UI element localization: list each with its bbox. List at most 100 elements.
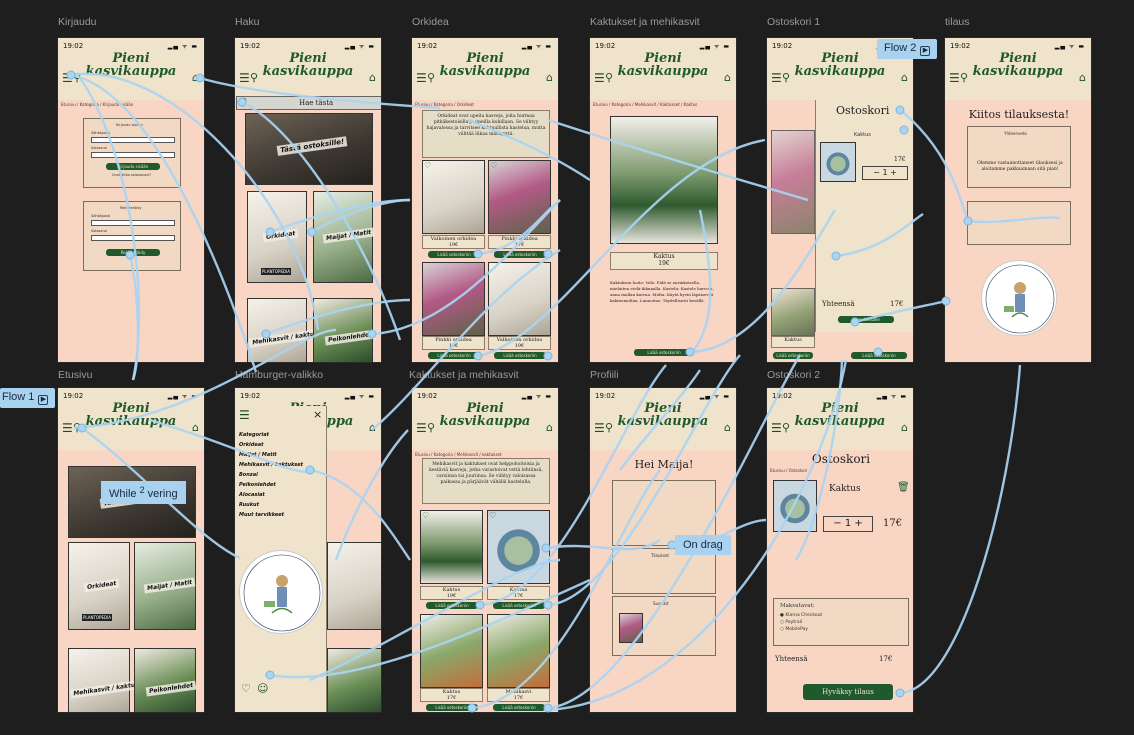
add-to-cart-button[interactable]: Lisää ostoskoriin: [773, 352, 813, 359]
shopping-bag-icon[interactable]: ⌂: [192, 421, 199, 434]
menu-icon[interactable]: ☰: [239, 408, 250, 422]
shopping-bag-icon[interactable]: ⌂: [546, 71, 553, 84]
menu-icon[interactable]: ☰: [62, 71, 73, 85]
product-image-1[interactable]: [420, 510, 483, 584]
breadcrumb[interactable]: Etusivu / Ostoskori: [770, 468, 807, 473]
search-input[interactable]: Hae tästä: [299, 99, 333, 107]
product-image-3[interactable]: [422, 262, 485, 336]
add-to-cart-button[interactable]: Lisää ostoskoriin: [634, 349, 694, 356]
heart-icon[interactable]: ♡: [424, 161, 431, 170]
play-icon[interactable]: ▶: [920, 46, 931, 56]
frame-ostoskori-1[interactable]: 19:02 ▂▄ ᯤ ▬ Pienikasvikauppa ☰ ⚲ ⌂ Osto…: [766, 37, 914, 363]
while-hovering-trigger[interactable]: While 2 vering: [101, 481, 186, 504]
add-to-cart-button[interactable]: Lisää ostoskoriin: [428, 251, 480, 258]
forgot-password-link[interactable]: Unohditko salasanasi?: [112, 173, 151, 177]
menu-icon[interactable]: ☰: [62, 421, 73, 435]
search-icon[interactable]: ⚲: [605, 71, 613, 84]
menu-icon[interactable]: ☰: [416, 421, 427, 435]
search-icon[interactable]: ⚲: [73, 71, 81, 84]
register-button[interactable]: Rekisteröidy: [106, 249, 160, 256]
frame-tilaus[interactable]: 19:02 ▂▄ ᯤ ▬ Pieni kasvikauppa ☰ ⚲ ⌂ Kiit…: [944, 37, 1092, 363]
breadcrumb[interactable]: Etusivu / Kategoria / Orkideat: [415, 102, 474, 107]
menu-item-kategoriat[interactable]: Kategoriat: [239, 430, 303, 440]
menu-item-maijat[interactable]: Maijat / Matit: [239, 450, 303, 460]
checkout-button[interactable]: Siirry kassalle: [838, 316, 894, 323]
menu-icon[interactable]: ☰: [771, 421, 782, 435]
frame-ostoskori-2[interactable]: 19:02 ▂▄ ᯤ ▬ Pieni kasvikauppa ☰ ⚲ ⌂ Osto…: [766, 387, 914, 713]
shopping-bag-icon[interactable]: ⌂: [1079, 71, 1086, 84]
product-image-3[interactable]: [420, 614, 483, 688]
flow-1-tag[interactable]: Flow 1 ▶: [0, 388, 56, 408]
email-field[interactable]: [91, 137, 175, 143]
breadcrumb[interactable]: Etusivu / Kategoria / Mehikasvit / kaktu…: [415, 452, 502, 457]
add-to-cart-button[interactable]: Lisää ostoskoriin: [426, 704, 478, 711]
quantity-stepper[interactable]: − 1 +: [862, 166, 908, 180]
play-icon[interactable]: ▶: [38, 395, 49, 405]
frame-label-haku[interactable]: Haku: [235, 16, 260, 28]
frame-etusivu[interactable]: 19:02 ▂▄ ᯤ ▬ Pienikasvikauppa ☰ ⚲ ⌂ Täst…: [57, 387, 205, 713]
frame-kirjaudu[interactable]: 19:02 ▂▄ ᯤ ▬ Pieni kasvikauppa ☰ ⚲ ⌂ Etus…: [57, 37, 205, 363]
menu-icon[interactable]: ☰: [949, 71, 960, 85]
product-image-2[interactable]: [487, 510, 550, 584]
frame-label-tilaus[interactable]: tilaus: [945, 16, 970, 28]
category-mehikasvit[interactable]: [247, 298, 307, 362]
add-to-cart-button[interactable]: Lisää ostoskoriin: [428, 352, 480, 359]
cart-drawer[interactable]: Ostoskori Kaktus 17€ − 1 + Yhteensä 17€ …: [815, 100, 913, 332]
frame-label-etusivu[interactable]: Etusivu: [58, 369, 92, 381]
shopping-bag-icon[interactable]: ⌂: [901, 71, 908, 84]
search-icon[interactable]: ⚲: [250, 71, 258, 84]
breadcrumb[interactable]: Etusivu / Kategoria / Mehikasvit / Kaktu…: [593, 102, 697, 107]
heart-icon[interactable]: ♡: [422, 511, 429, 520]
menu-icon[interactable]: ☰: [239, 71, 250, 85]
frame-label-kaktukset-2[interactable]: Kaktukset ja mehikasvit: [409, 369, 519, 381]
search-icon[interactable]: ⚲: [73, 421, 81, 434]
menu-icon[interactable]: ☰: [771, 71, 782, 85]
heart-icon[interactable]: ♡: [241, 682, 251, 695]
menu-icon[interactable]: ☰: [594, 71, 605, 85]
search-icon[interactable]: ⚲: [427, 71, 435, 84]
accept-order-button[interactable]: Hyväksy tilaus: [803, 684, 893, 700]
reg-password-field[interactable]: [91, 235, 175, 241]
add-to-cart-button[interactable]: Lisää ostoskoriin: [493, 602, 545, 609]
menu-item-ruukut[interactable]: Ruukut: [239, 500, 303, 510]
category-mehikasvit[interactable]: [68, 648, 130, 712]
category-peikonlehdet[interactable]: [134, 648, 196, 712]
menu-item-peikonlehdet[interactable]: Peikonlehdet: [239, 480, 303, 490]
frame-orkidea[interactable]: 19:02 ▂▄ ᯤ ▬ Pieni kasvikauppa ☰ ⚲ ⌂ Etus…: [411, 37, 559, 363]
shopping-bag-icon[interactable]: ⌂: [724, 71, 731, 84]
shopping-bag-icon[interactable]: ⌂: [724, 421, 731, 434]
shopping-bag-icon[interactable]: ⌂: [369, 421, 376, 434]
search-bar[interactable]: ⚲ Hae tästä: [236, 96, 381, 110]
payment-methods[interactable]: Maksutavat: ● Klarna Checkout ○ Paytrail…: [773, 598, 909, 646]
trash-icon[interactable]: 🗑: [897, 482, 910, 493]
menu-item-alocasiat[interactable]: Alocasiat: [239, 490, 303, 500]
add-to-cart-button[interactable]: Lisää ostoskoriin: [494, 251, 546, 258]
frame-label-kaktukset-1[interactable]: Kaktukset ja mehikasvit: [590, 16, 700, 28]
add-to-cart-button[interactable]: Lisää ostoskoriin: [426, 602, 478, 609]
shopping-bag-icon[interactable]: ⌂: [369, 71, 376, 84]
reg-email-field[interactable]: [91, 220, 175, 226]
menu-item-orkideat[interactable]: Orkideat: [239, 440, 303, 450]
flow-2-tag[interactable]: Flow 2 ▶: [877, 39, 938, 59]
payment-option[interactable]: ● Klarna Checkout: [780, 613, 822, 618]
heart-icon[interactable]: ♡: [489, 511, 496, 520]
shopping-bag-icon[interactable]: ⌂: [901, 421, 908, 434]
shopping-bag-icon[interactable]: ⌂: [546, 421, 553, 434]
search-icon[interactable]: ⚲: [960, 71, 968, 84]
shopping-bag-icon[interactable]: ⌂: [192, 71, 199, 84]
prototype-canvas[interactable]: Kirjaudu 19:02 ▂▄ ᯤ ▬ Pieni kasvikauppa ☰…: [0, 0, 1134, 735]
close-icon[interactable]: ×: [313, 408, 322, 421]
menu-item-bonzai[interactable]: Bonzai: [239, 470, 303, 480]
search-icon[interactable]: ⚲: [782, 71, 790, 84]
hamburger-menu-panel[interactable]: ☰ Kategoriat Orkideat Maijat / Matit Meh…: [235, 406, 327, 712]
add-to-cart-button[interactable]: Lisää ostoskoriin: [851, 352, 907, 359]
breadcrumb[interactable]: Etusivu / Kategoria / Kirjaudu sisään: [61, 102, 133, 107]
favorites-card[interactable]: Suosikit: [612, 596, 716, 656]
user-icon[interactable]: ☺: [257, 682, 268, 695]
search-icon[interactable]: ⚲: [605, 421, 613, 434]
favorite-image[interactable]: [619, 613, 643, 643]
frame-label-ostoskori-2[interactable]: Ostoskori 2: [767, 369, 820, 381]
frame-hamburger[interactable]: 19:02 ▂▄ ᯤ ▬ Pienikasvikauppa ⌂ ☰ Katego…: [234, 387, 382, 713]
login-button[interactable]: Kirjaudu sisään: [106, 163, 160, 170]
frame-haku[interactable]: 19:02 ▂▄ ᯤ ▬ Pieni kasvikauppa ☰ ⚲ ⌂ ⚲ Ha…: [234, 37, 382, 363]
